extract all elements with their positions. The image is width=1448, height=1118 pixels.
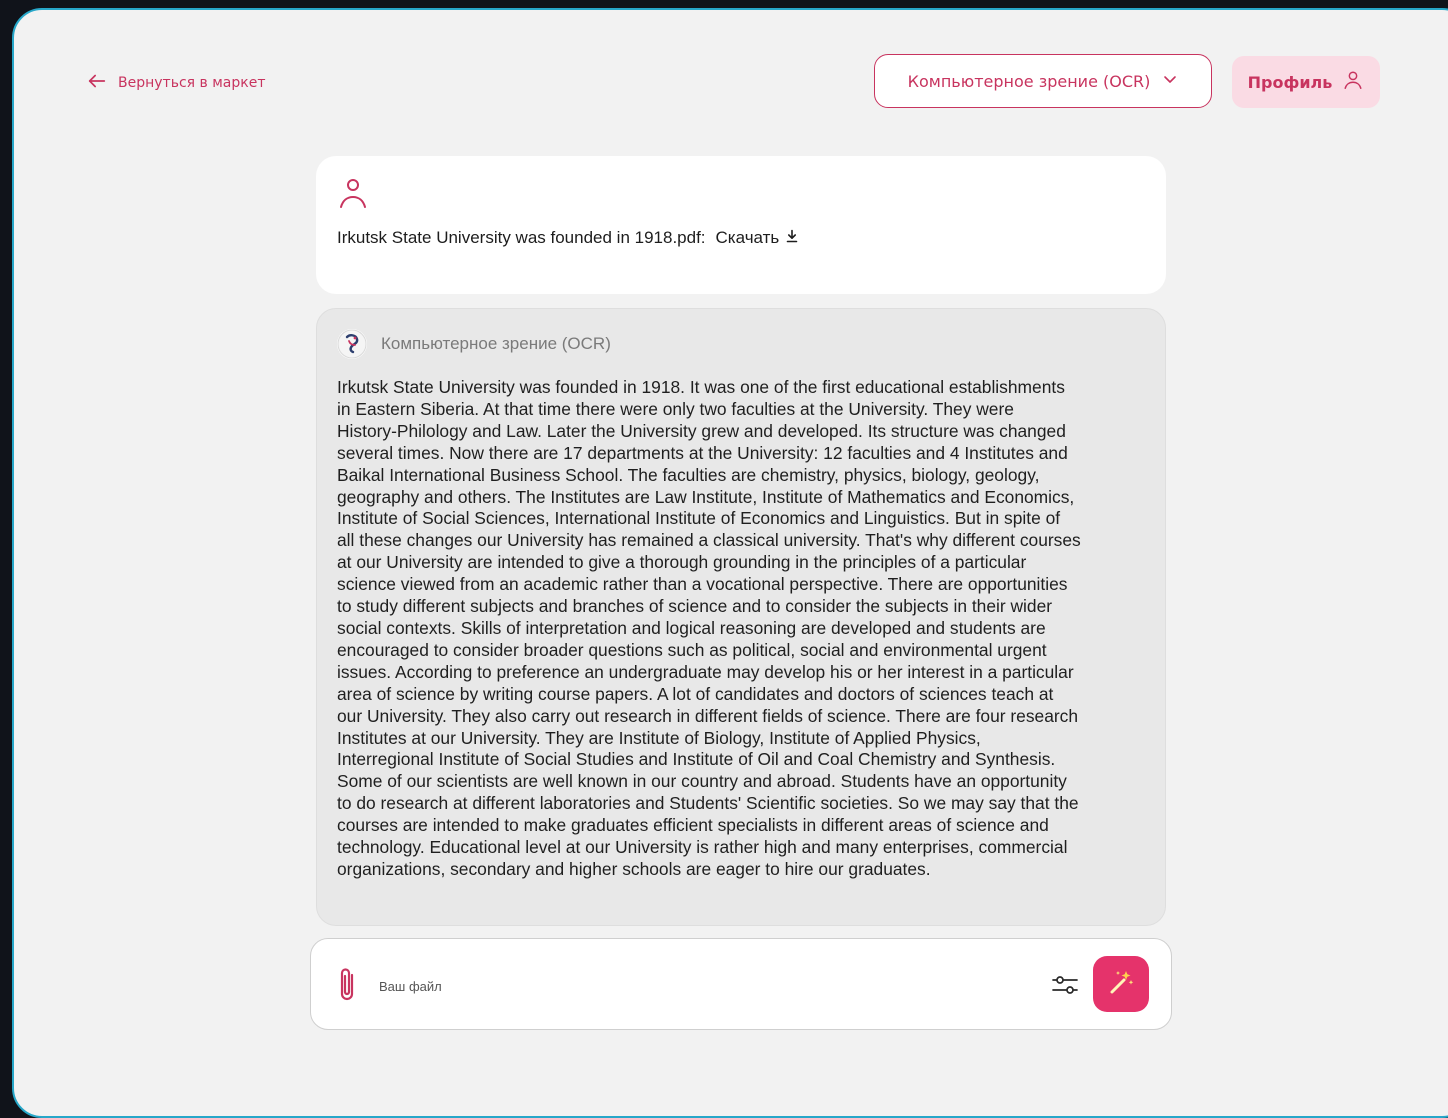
text-line: all these changes our University has rem… bbox=[337, 530, 1081, 551]
magic-wand-icon bbox=[1106, 967, 1136, 1001]
sliders-icon bbox=[1049, 976, 1081, 1005]
settings-button[interactable] bbox=[1049, 969, 1081, 1001]
text-line: our University. They also carry out rese… bbox=[337, 705, 1079, 726]
model-select-value: Компьютерное зрение (OCR) bbox=[907, 71, 1151, 91]
attached-file-line: Irkutsk State University was founded in … bbox=[337, 228, 799, 248]
text-line: geography and others. The Institutes are… bbox=[337, 486, 1075, 507]
paperclip-icon bbox=[333, 968, 361, 1009]
text-line: Institutes at our University. They are I… bbox=[337, 727, 981, 748]
message-composer bbox=[310, 938, 1172, 1030]
user-icon bbox=[1342, 69, 1364, 95]
bot-response-card: Компьютерное зрение (OCR) Irkutsk State … bbox=[316, 308, 1166, 926]
back-link-label: Вернуться в маркет bbox=[118, 75, 266, 91]
attach-file-button[interactable] bbox=[333, 965, 361, 1005]
attached-file-name: Irkutsk State University was founded in … bbox=[337, 228, 706, 247]
user-avatar-icon bbox=[336, 176, 370, 210]
text-line: Baikal International Business School. Th… bbox=[337, 464, 1040, 485]
download-icon bbox=[785, 228, 799, 248]
text-line: technology. Educational level at our Uni… bbox=[337, 837, 1068, 858]
back-to-market-link[interactable]: Вернуться в маркет bbox=[86, 70, 265, 96]
text-line: Irkutsk State University was founded in … bbox=[337, 377, 1065, 397]
text-line: organizations, secondary and higher scho… bbox=[337, 858, 931, 879]
arrow-left-icon bbox=[86, 70, 108, 96]
profile-button[interactable]: Профиль bbox=[1232, 56, 1380, 108]
text-line: History-Philology and Law. Later the Uni… bbox=[337, 420, 1066, 441]
app-window: Вернуться в маркет Компьютерное зрение (… bbox=[12, 8, 1448, 1118]
text-line: to do research at different laboratories… bbox=[337, 793, 1079, 814]
user-message-card: Irkutsk State University was founded in … bbox=[316, 156, 1166, 294]
text-line: courses are intended to make graduates e… bbox=[337, 815, 1049, 836]
bot-response-text: Irkutsk State University was founded in … bbox=[337, 377, 1137, 881]
file-input[interactable] bbox=[377, 967, 1021, 1005]
profile-button-label: Профиль bbox=[1247, 72, 1333, 92]
chevron-down-icon bbox=[1162, 71, 1178, 91]
text-line: science viewed from an academic rather t… bbox=[337, 574, 1068, 595]
text-line: in Eastern Siberia. At that time there w… bbox=[337, 398, 1014, 419]
text-line: encouraged to consider broader questions… bbox=[337, 639, 1047, 660]
text-line: several times. Now there are 17 departme… bbox=[337, 442, 1068, 463]
bot-response-header: Компьютерное зрение (OCR) bbox=[337, 329, 611, 359]
text-line: Interregional Institute of Social Studie… bbox=[337, 749, 1056, 770]
text-line: issues. According to preference an under… bbox=[337, 661, 1074, 682]
text-line: area of science by writing course papers… bbox=[337, 683, 1054, 704]
bot-logo-icon bbox=[337, 329, 367, 359]
bot-name: Компьютерное зрение (OCR) bbox=[381, 334, 611, 353]
text-line: at our University are intended to give a… bbox=[337, 552, 1027, 573]
text-line: social contexts. Skills of interpretatio… bbox=[337, 617, 1046, 638]
download-link[interactable]: Скачать bbox=[716, 228, 800, 248]
text-line: Some of our scientists are well known in… bbox=[337, 771, 1067, 792]
text-line: to study different subjects and branches… bbox=[337, 596, 1053, 617]
model-select-dropdown[interactable]: Компьютерное зрение (OCR) bbox=[874, 54, 1212, 108]
text-line: Institute of Social Sciences, Internatio… bbox=[337, 508, 1061, 529]
send-button[interactable] bbox=[1093, 956, 1149, 1012]
download-label: Скачать bbox=[715, 228, 780, 247]
